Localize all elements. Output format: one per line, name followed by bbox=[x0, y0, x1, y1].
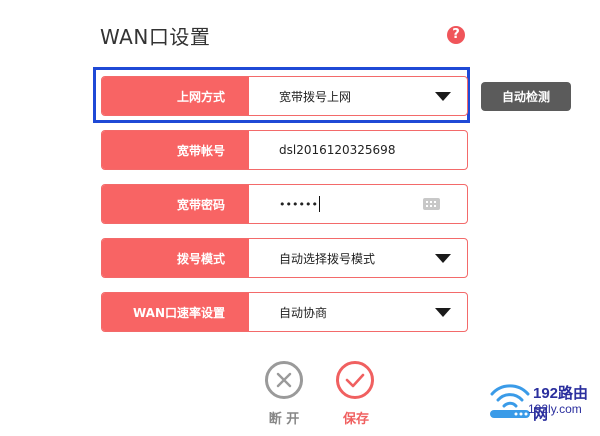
dial-mode-select[interactable]: 拨号模式 自动选择拨号模式 bbox=[101, 238, 468, 278]
chevron-down-icon[interactable] bbox=[435, 254, 451, 263]
wifi-logo-icon bbox=[490, 384, 530, 418]
keyboard-icon[interactable] bbox=[423, 198, 440, 210]
connection-type-label: 上网方式 bbox=[102, 77, 249, 115]
auto-detect-button[interactable]: 自动检测 bbox=[481, 82, 571, 111]
disconnect-button[interactable] bbox=[265, 361, 303, 399]
wan-speed-value: 自动协商 bbox=[279, 305, 328, 320]
dial-mode-label: 拨号模式 bbox=[102, 239, 249, 277]
close-circle-icon bbox=[276, 372, 292, 388]
chevron-down-icon[interactable] bbox=[435, 308, 451, 317]
broadband-password-value: •••••• bbox=[279, 197, 318, 211]
page-title: WAN口设置 bbox=[100, 25, 211, 49]
connection-type-select[interactable]: 上网方式 宽带拨号上网 bbox=[101, 76, 468, 116]
wan-speed-label: WAN口速率设置 bbox=[102, 293, 249, 331]
watermark-url: 192ly.com bbox=[528, 402, 582, 416]
wan-speed-select[interactable]: WAN口速率设置 自动协商 bbox=[101, 292, 468, 332]
help-icon[interactable]: ? bbox=[447, 26, 465, 44]
broadband-account-field[interactable]: 宽带帐号 dsl2016120325698 bbox=[101, 130, 468, 170]
broadband-account-value: dsl2016120325698 bbox=[279, 143, 396, 157]
save-button[interactable] bbox=[336, 361, 374, 399]
disconnect-label: 断 开 bbox=[268, 412, 300, 427]
broadband-password-label: 宽带密码 bbox=[102, 185, 249, 223]
chevron-down-icon[interactable] bbox=[435, 92, 451, 101]
text-cursor bbox=[318, 196, 320, 212]
save-label: 保存 bbox=[342, 412, 369, 427]
broadband-password-field[interactable]: 宽带密码 •••••• bbox=[101, 184, 468, 224]
dial-mode-value: 自动选择拨号模式 bbox=[279, 251, 376, 266]
broadband-account-label: 宽带帐号 bbox=[102, 131, 249, 169]
check-circle-icon bbox=[345, 373, 365, 388]
connection-type-value: 宽带拨号上网 bbox=[279, 89, 352, 104]
